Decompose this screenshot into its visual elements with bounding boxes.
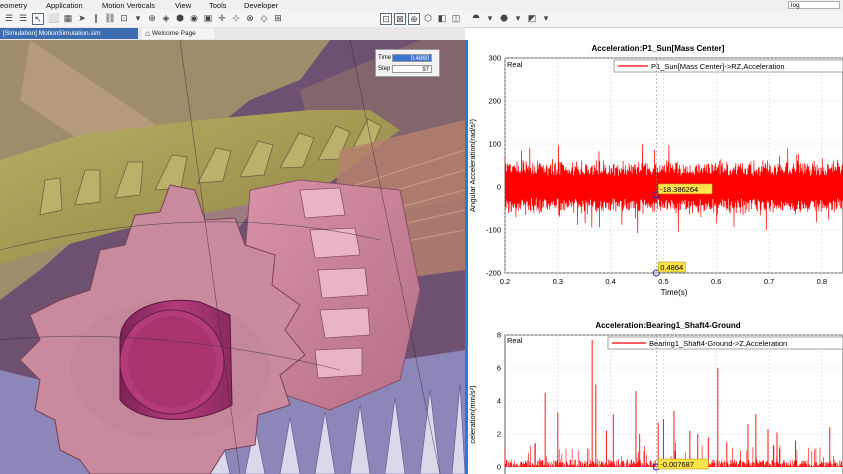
tab-welcome-page[interactable]: ⌂ Welcome Page: [142, 28, 214, 39]
link-icon[interactable]: ⛓: [104, 12, 116, 24]
chart1-x-tick-label: 0.7: [764, 277, 774, 286]
display-dropdown-icon[interactable]: ▾: [540, 12, 552, 24]
point-icon[interactable]: ◇: [258, 12, 270, 24]
shaded-view-icon[interactable]: ◧: [436, 12, 448, 24]
chart2-y-tick-label: 6: [497, 364, 501, 373]
pointer-icon[interactable]: ➤: [76, 12, 88, 24]
chart1-x-tick-label: 0.4: [605, 277, 615, 286]
menu-view[interactable]: View: [175, 1, 191, 10]
menu-developer[interactable]: Developer: [244, 1, 278, 10]
chart1-y-tick-label: -200: [486, 269, 501, 278]
part-icon[interactable]: ⬢: [174, 12, 186, 24]
chart1-x-tick-label: 0.5: [658, 277, 668, 286]
orient-icon[interactable]: ◈: [160, 12, 172, 24]
chart1-x-tick-label: 0.2: [500, 277, 510, 286]
camera-dropdown-icon[interactable]: ▾: [512, 12, 524, 24]
charts-pane: Acceleration:P1_Sun[Mass Center] -200 -10…: [468, 40, 843, 474]
menu-application[interactable]: Application: [46, 1, 83, 10]
tab-bar: [Simulation] MotionSimulation.sim ⌂ Welc…: [0, 27, 465, 40]
chart1-x-axis-label: Time(s): [661, 288, 688, 297]
chart1-title: Acceleration:P1_Sun[Mass Center]: [592, 44, 725, 53]
chart1-cursor-y-value: -18.386264: [660, 185, 698, 194]
zoom-icon[interactable]: ⊕: [408, 13, 420, 25]
chart1-legend[interactable]: P1_Sun[Mass Center]->RZ,Acceleration: [613, 59, 843, 73]
home-icon: ⌂: [145, 29, 150, 38]
charts-canvas: Acceleration:P1_Sun[Mass Center] -200 -10…: [468, 44, 843, 474]
transform-icon[interactable]: ⊕: [146, 12, 158, 24]
fit-view-icon[interactable]: ⊡: [380, 13, 392, 25]
chart2-y-tick-label: 4: [497, 397, 501, 406]
chart2-y-tick-label: 2: [497, 430, 501, 439]
align-right-icon[interactable]: ☰: [17, 12, 29, 24]
chart1-cursor-x-value: 0.4864: [660, 263, 683, 272]
snap-icon[interactable]: ⊹: [230, 12, 242, 24]
measure-icon[interactable]: ✛: [216, 12, 228, 24]
menu-bar: eometry Application Motion Verticals Vie…: [0, 0, 843, 10]
select-icon[interactable]: ↖: [32, 13, 44, 25]
chart2-corner-label: Real: [507, 336, 523, 345]
chart1-legend-text: P1_Sun[Mass Center]->RZ,Acceleration: [651, 62, 785, 71]
front-view-icon[interactable]: ◫: [450, 12, 462, 24]
chart2-y-tick-label: 8: [497, 331, 501, 340]
chart2-legend-text: Bearing1_Shaft4-Ground->Z,Acceleration: [649, 339, 787, 348]
time-label: Time: [378, 55, 392, 61]
chart1-y-tick-label: -100: [486, 226, 501, 235]
chart1-y-tick-label: 300: [488, 54, 501, 63]
align-left-icon[interactable]: ☰: [3, 12, 15, 24]
chart1-y-axis-label: Angular Acceleration(rad/s²): [468, 119, 477, 212]
cube-view-icon[interactable]: ⬡: [422, 12, 434, 24]
step-field[interactable]: 97: [392, 65, 432, 73]
menu-geometry[interactable]: eometry: [0, 1, 27, 10]
search-input[interactable]: log: [788, 1, 840, 9]
render-icon[interactable]: ⯊: [470, 12, 482, 24]
render-dropdown-icon[interactable]: ▾: [484, 12, 496, 24]
chart1-corner-label: Real: [507, 60, 523, 69]
chart1-y-tick-label: 100: [488, 140, 501, 149]
camera-icon[interactable]: ⬣: [498, 12, 510, 24]
tab-welcome-label: Welcome Page: [151, 30, 196, 37]
axis-icon[interactable]: ⊗: [244, 12, 256, 24]
chart1-x-tick-label: 0.6: [711, 277, 721, 286]
zoom-area-icon[interactable]: ⊠: [394, 13, 406, 25]
tab-simulation-label: [Simulation] MotionSimulation.sim: [3, 30, 101, 37]
gear-model-render: [0, 40, 465, 474]
chart1-y-tick-label: 200: [488, 97, 501, 106]
frame-icon[interactable]: ⊞: [272, 12, 284, 24]
time-field[interactable]: 0.4860: [392, 54, 432, 62]
display-icon[interactable]: ◩: [526, 12, 538, 24]
chart1-x-tick-label: 0.3: [553, 277, 563, 286]
time-step-panel: Time 0.4860 Step 97: [375, 49, 440, 77]
chart2-y-axis-label: celeration(mm/s²): [468, 385, 477, 444]
chart2-legend[interactable]: Bearing1_Shaft4-Ground->Z,Acceleration: [607, 336, 843, 350]
chart1-x-tick-label: 0.8: [817, 277, 827, 286]
chart2-y-tick-label: 0: [497, 463, 501, 472]
3d-viewport[interactable]: [0, 40, 465, 474]
grid-icon[interactable]: ▦: [62, 12, 74, 24]
menu-motion-verticals[interactable]: Motion Verticals: [102, 1, 155, 10]
dropdown-icon[interactable]: ▾: [132, 12, 144, 24]
parallel-icon[interactable]: ∥: [90, 12, 102, 24]
step-label: Step: [378, 66, 391, 72]
chart2-cursor-y-value: -0.007687: [660, 460, 694, 469]
toolbar: ☰ ☰ ↖ ⬜ ▦ ➤ ∥ ⛓ ⊡ ▾ ⊕ ◈ ⬢ ◉ ▣ ✛ ⊹ ⊗ ◇ ⊞ …: [0, 10, 843, 28]
color-icon[interactable]: ◉: [188, 12, 200, 24]
box-icon[interactable]: ▣: [202, 12, 214, 24]
shape-icon[interactable]: ⬜: [48, 12, 60, 24]
chart2-title: Acceleration:Bearing1_Shaft4-Ground: [595, 321, 740, 330]
select-filter-icon[interactable]: ⊡: [118, 12, 130, 24]
menu-tools[interactable]: Tools: [209, 1, 227, 10]
chart1-y-tick-label: 0: [497, 183, 501, 192]
tab-simulation[interactable]: [Simulation] MotionSimulation.sim: [0, 28, 138, 39]
